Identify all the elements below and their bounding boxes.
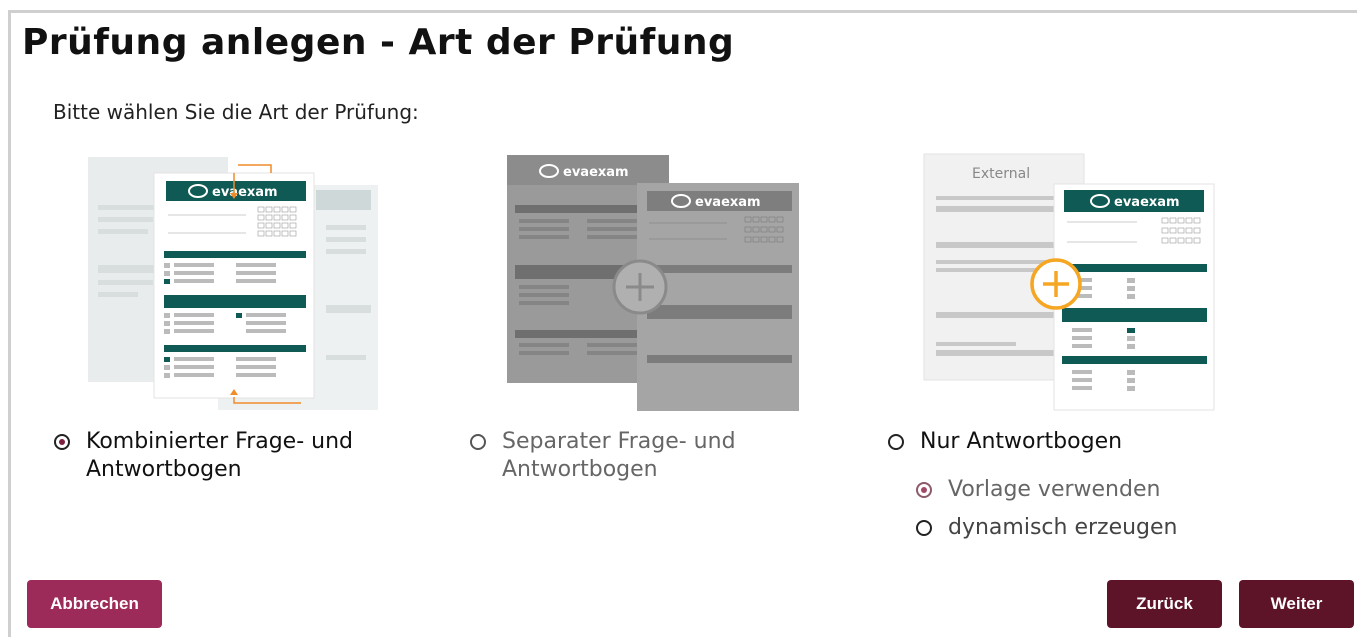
radio-generate-dynamically[interactable] xyxy=(916,520,932,536)
option-combined-sheet-label: Kombinierter Frage- und Antwortbogen xyxy=(86,428,353,484)
next-button[interactable]: Weiter xyxy=(1239,580,1354,628)
option-separate-sheets-line1: Separater Frage- und xyxy=(502,429,736,454)
radio-use-template[interactable] xyxy=(916,482,932,498)
option-combined-sheet-line1: Kombinierter Frage- und xyxy=(86,429,353,454)
separate-sheets-illustration[interactable]: evaexam evaexam xyxy=(507,155,802,415)
svg-text:evaexam: evaexam xyxy=(212,185,278,200)
back-button[interactable]: Zurück xyxy=(1107,580,1222,628)
radio-combined-sheet[interactable] xyxy=(54,434,70,450)
option-answer-sheet-only[interactable]: Nur Antwortbogen xyxy=(888,428,1122,456)
option-separate-sheets-line2: Antwortbogen xyxy=(502,457,658,482)
suboption-generate-dynamically[interactable]: dynamisch erzeugen xyxy=(916,514,1178,542)
svg-text:evaexam: evaexam xyxy=(695,195,761,210)
radio-answer-sheet-only[interactable] xyxy=(888,434,904,450)
option-answer-sheet-only-label: Nur Antwortbogen xyxy=(920,429,1123,454)
svg-text:External: External xyxy=(972,166,1030,182)
page-title: Prüfung anlegen - Art der Prüfung xyxy=(22,22,735,63)
suboption-generate-dynamically-label: dynamisch erzeugen xyxy=(948,515,1178,540)
cancel-button[interactable]: Abbrechen xyxy=(27,580,162,628)
combined-sheet-illustration[interactable]: evaexam xyxy=(86,155,386,415)
radio-separate-sheets[interactable] xyxy=(470,434,486,450)
option-combined-sheet-line2: Antwortbogen xyxy=(86,457,242,482)
svg-text:evaexam: evaexam xyxy=(563,165,629,180)
option-separate-sheets[interactable]: Separater Frage- und Antwortbogen xyxy=(470,428,736,484)
svg-text:evaexam: evaexam xyxy=(1114,195,1180,210)
suboption-use-template-label: Vorlage verwenden xyxy=(948,477,1161,502)
option-combined-sheet[interactable]: Kombinierter Frage- und Antwortbogen xyxy=(54,428,353,484)
suboption-use-template[interactable]: Vorlage verwenden xyxy=(916,476,1160,504)
answer-sheet-only-illustration[interactable]: External evaexam xyxy=(922,152,1222,414)
page-subtitle: Bitte wählen Sie die Art der Prüfung: xyxy=(53,100,419,124)
option-separate-sheets-label: Separater Frage- und Antwortbogen xyxy=(502,428,736,484)
